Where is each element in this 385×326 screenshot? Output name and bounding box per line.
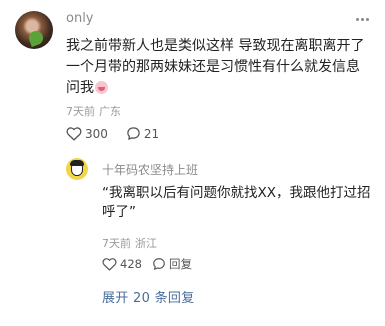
comment-time: 7天前 [66,105,95,118]
like-count: 300 [85,126,108,141]
reply-count: 21 [143,126,160,141]
reply-button[interactable]: 回复 [152,256,192,272]
reply-button[interactable]: 21 [126,126,159,141]
heart-icon [66,127,82,141]
comment-meta: 7天前 广东 [66,103,121,119]
avatar[interactable] [66,158,88,180]
comment-username[interactable]: only [66,11,94,26]
more-horizontal-icon[interactable] [352,12,372,26]
reply-time: 7天前 [102,237,131,250]
reply-username[interactable]: 十年码农坚持上班 [102,161,198,178]
comment-actions: 300 21 [66,126,177,141]
comment-location: 广东 [99,105,121,118]
reply-text: “我离职以后有问题你就找XX，我跟他打过招呼了” [102,185,371,220]
comment-text-body: 我之前带新人也是类似这样 导致现在离职离开了一个月带的那两妹妹还是习惯性有什么就… [66,38,365,96]
heart-icon [102,258,117,271]
reply-label: 回复 [168,257,192,271]
avatar-hair [70,160,84,166]
avatar[interactable] [15,11,53,49]
reply-location: 浙江 [135,237,157,250]
sticker-emoji-icon [95,81,108,94]
like-button[interactable]: 428 [102,257,142,271]
comment-bubble-icon [153,258,165,270]
comment-bubble-icon [127,127,140,140]
leaf-decoration [27,29,45,47]
like-button[interactable]: 300 [66,126,108,141]
like-count: 428 [120,257,142,271]
reply-meta: 7天前 浙江 [102,235,157,251]
reply-actions: 428 回复 [102,256,202,272]
comment-text: 我之前带新人也是类似这样 导致现在离职离开了一个月带的那两妹妹还是习惯性有什么就… [66,36,366,99]
expand-replies-link[interactable]: 展开 20 条回复 [102,287,195,306]
